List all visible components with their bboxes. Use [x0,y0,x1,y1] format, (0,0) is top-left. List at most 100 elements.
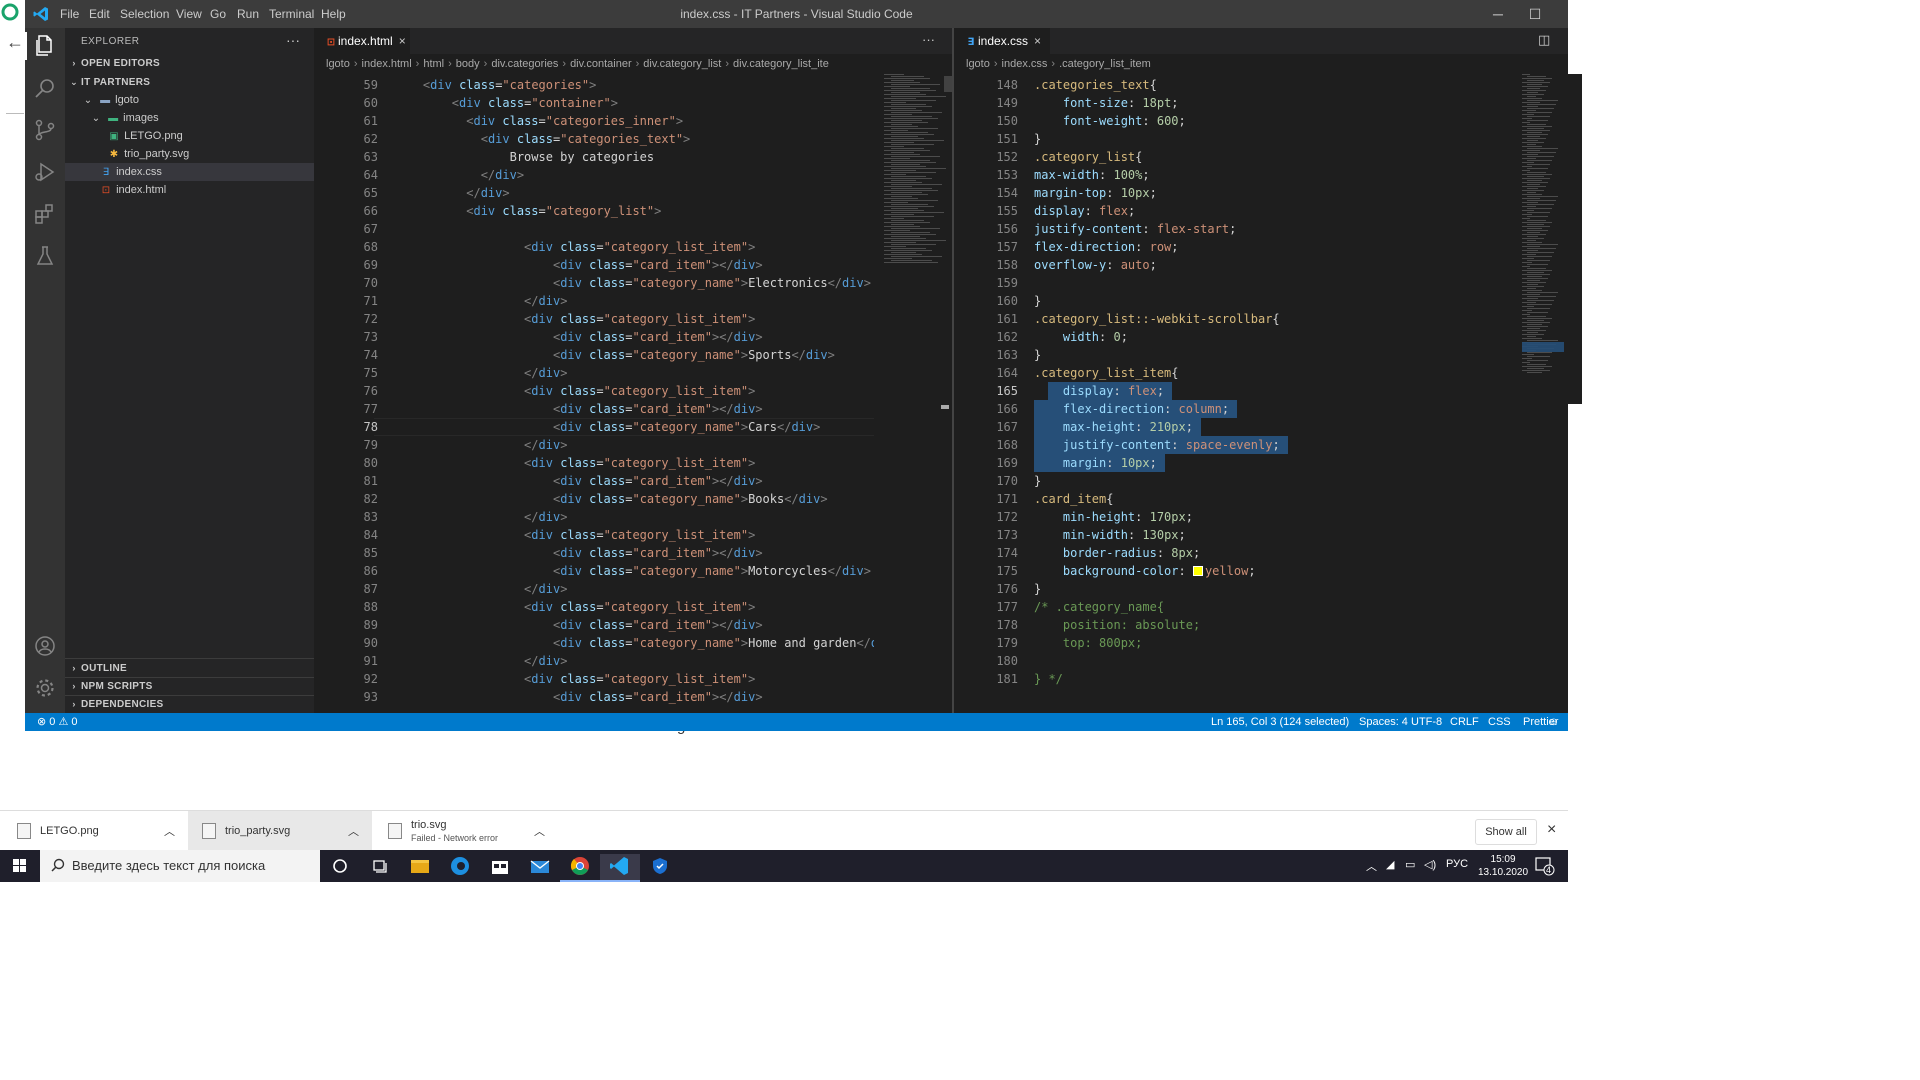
code-line[interactable]: 181} */ [954,670,1514,688]
code-line[interactable]: 93 <div class="card_item"></div> [314,688,874,706]
project-section[interactable]: ⌄ IT PARTNERS [65,73,314,91]
input-language[interactable]: РУС [1446,858,1468,870]
code-line[interactable]: 171 .card_item{ [954,490,1514,508]
indentation[interactable]: Spaces: 4 [1359,713,1408,731]
code-line[interactable]: 86 <div class="category_name">Motorcycle… [314,562,874,580]
menu-run[interactable]: Run [237,7,259,21]
mail-icon[interactable] [520,854,560,882]
open-editors-section[interactable]: › OPEN EDITORS [65,54,314,72]
download-item[interactable]: trio.svg Failed - Network error ︿ [374,811,558,851]
code-line[interactable]: 151} [954,130,1514,148]
code-line[interactable]: 157 flex-direction: row; [954,238,1514,256]
code-line[interactable]: 77 <div class="card_item"></div> [314,400,874,418]
breadcrumb-item[interactable]: body [456,58,480,70]
code-line[interactable]: 166 flex-direction: column; [954,400,1514,418]
show-all-button[interactable]: Show all [1475,819,1537,845]
breadcrumb-item[interactable]: div.category_list_ite [733,58,829,70]
menu-terminal[interactable]: Terminal [269,7,314,21]
testing-icon[interactable] [33,244,57,268]
code-line[interactable]: 59 <div class="categories"> [314,76,874,94]
breadcrumb-item[interactable]: index.html [362,58,412,70]
code-line[interactable]: 174 border-radius: 8px; [954,544,1514,562]
code-editor-css[interactable]: 148 .categories_text{149 font-size: 18pt;… [954,76,1514,713]
cursor-position[interactable]: Ln 165, Col 3 (124 selected) [1211,713,1349,731]
breadcrumb-item[interactable]: html [423,58,444,70]
code-line[interactable]: 175 background-color: yellow; [954,562,1514,580]
code-line[interactable]: 162 width: 0; [954,328,1514,346]
tree-folder-images[interactable]: ⌄ ▬ images [65,109,314,127]
more-actions-icon[interactable]: ··· [922,32,935,47]
network-icon[interactable]: ◢ [1386,858,1394,871]
code-line[interactable]: 65 </div> [314,184,874,202]
code-line[interactable]: 148 .categories_text{ [954,76,1514,94]
code-line[interactable]: 68 <div class="category_list_item"> [314,238,874,256]
settings-gear-icon[interactable] [33,676,57,700]
tree-file-index-css[interactable]: ∃ index.css [65,163,314,181]
code-line[interactable]: 165 display: flex; [954,382,1514,400]
encoding[interactable]: UTF-8 [1411,713,1442,731]
code-line[interactable]: 173 min-width: 130px; [954,526,1514,544]
tray-chevron-up-icon[interactable]: ︿ [1366,858,1377,874]
menu-go[interactable]: Go [210,7,226,21]
volume-icon[interactable]: ◁) [1424,858,1436,871]
code-line[interactable]: 170} [954,472,1514,490]
code-line[interactable]: 66 <div class="category_list"> [314,202,874,220]
run-debug-icon[interactable] [33,160,57,184]
color-swatch-icon[interactable] [1192,566,1203,576]
maximize-button[interactable]: ☐ [1525,4,1545,24]
chevron-up-icon[interactable]: ︿ [164,823,175,839]
code-line[interactable]: 89 <div class="card_item"></div> [314,616,874,634]
download-item[interactable]: trio_party.svg ︿ [188,811,372,851]
tree-file-trio-party[interactable]: ✱ trio_party.svg [65,145,314,163]
code-line[interactable]: 67 [314,220,874,238]
vscode-taskbar-icon[interactable] [600,854,640,882]
code-line[interactable]: 158 overflow-y: auto; [954,256,1514,274]
split-editor-icon[interactable]: ◫ [1538,32,1550,48]
code-line[interactable]: 60 <div class="container"> [314,94,874,112]
chevron-up-icon[interactable]: ︿ [348,823,359,839]
code-line[interactable]: 91 </div> [314,652,874,670]
code-line[interactable]: 90 <div class="category_name">Home and g… [314,634,874,652]
code-line[interactable]: 73 <div class="card_item"></div> [314,328,874,346]
code-line[interactable]: 172 min-height: 170px; [954,508,1514,526]
explorer-more-button[interactable]: ··· [286,32,300,48]
code-line[interactable]: 167 max-height: 210px; [954,418,1514,436]
code-line[interactable]: 71 </div> [314,292,874,310]
scrollbar[interactable] [944,76,952,92]
code-line[interactable]: 179 top: 800px; [954,634,1514,652]
code-line[interactable]: 80 <div class="category_list_item"> [314,454,874,472]
windows-start-icon[interactable] [0,850,40,882]
sash-handle[interactable] [941,405,949,409]
code-line[interactable]: 160} [954,292,1514,310]
code-line[interactable]: 87 </div> [314,580,874,598]
code-line[interactable]: 84 <div class="category_list_item"> [314,526,874,544]
notifications-icon[interactable]: 4 [1534,856,1556,879]
code-line[interactable]: 61 <div class="categories_inner"> [314,112,874,130]
code-line[interactable]: 161 .category_list::-webkit-scrollbar{ [954,310,1514,328]
end-of-line[interactable]: CRLF [1450,713,1479,731]
code-line[interactable]: 78 <div class="category_name">Cars</div> [314,418,874,436]
code-line[interactable]: 69 <div class="card_item"></div> [314,256,874,274]
file-explorer-icon[interactable] [400,854,440,882]
breadcrumb-item[interactable]: lgoto [326,58,350,70]
code-line[interactable]: 154 margin-top: 10px; [954,184,1514,202]
code-line[interactable]: 64 </div> [314,166,874,184]
code-line[interactable]: 85 <div class="card_item"></div> [314,544,874,562]
chevron-up-icon[interactable]: ︿ [534,823,545,839]
minimap[interactable] [1522,74,1582,404]
code-line[interactable]: 176} [954,580,1514,598]
close-icon[interactable]: × [399,28,406,54]
code-line[interactable]: 156 justify-content: flex-start; [954,220,1514,238]
tree-folder-lgoto[interactable]: ⌄ ▬ lgoto [65,91,314,109]
menu-help[interactable]: Help [321,7,346,21]
code-line[interactable]: 62 <div class="categories_text"> [314,130,874,148]
minimize-button[interactable]: ─ [1488,4,1508,24]
dependencies-section[interactable]: › DEPENDENCIES [65,695,314,713]
breadcrumb-item[interactable]: div.categories [491,58,558,70]
code-line[interactable]: 155 display: flex; [954,202,1514,220]
code-line[interactable]: 152 .category_list{ [954,148,1514,166]
tab-index-html[interactable]: ⊡ index.html × [314,28,410,54]
battery-icon[interactable]: ▭ [1405,858,1415,871]
code-line[interactable]: 63 Browse by categories [314,148,874,166]
minimap[interactable] [884,74,946,274]
